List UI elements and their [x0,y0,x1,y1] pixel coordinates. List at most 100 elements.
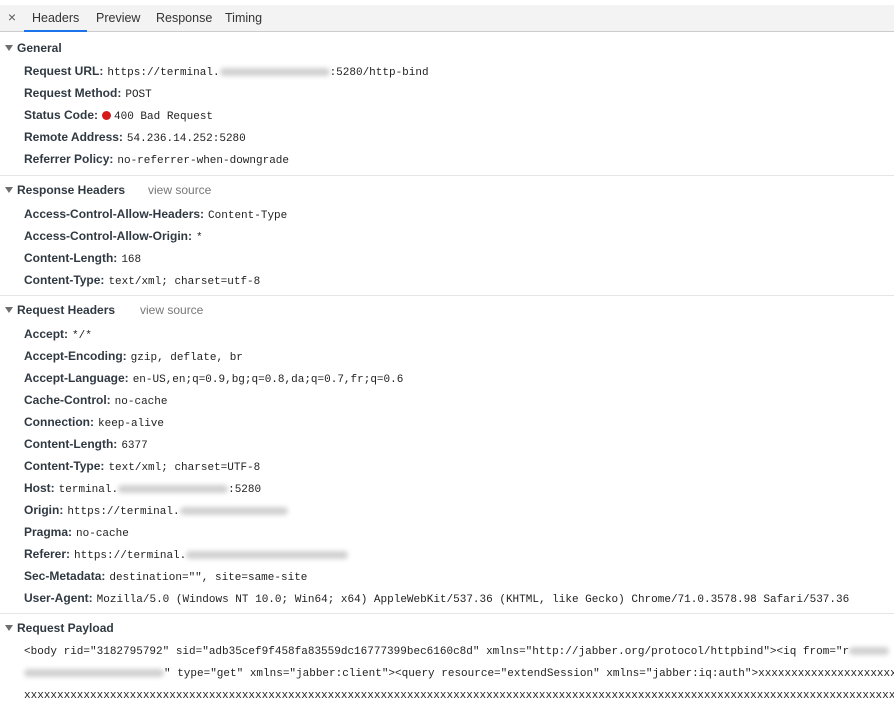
status-code-key: Status Code: [24,108,99,122]
header-value: destination="", site=same-site [109,572,308,584]
header-row: Host: terminal.:5280 [24,477,261,499]
header-row: Referer: https://terminal. [24,543,349,565]
section-divider [0,295,894,296]
header-key: Sec-Metadata: [24,569,106,583]
tab-timing[interactable]: Timing [217,5,270,31]
header-row: User-Agent: Mozilla/5.0 (Windows NT 10.0;… [24,587,849,609]
request-url-value: https://terminal. :5280/http-bind [107,67,428,79]
status-code-row: Status Code: 400 Bad Request [24,104,213,126]
header-row: Pragma: no-cache [24,521,129,543]
redacted-host-blur [118,485,229,494]
header-key: Host: [24,481,55,495]
header-row: Content-Length: 6377 [24,433,148,455]
request-headers-title: Request Headers [17,303,116,317]
header-key: Pragma: [24,525,73,539]
header-value: no-cache [76,528,129,540]
response-headers-header[interactable]: Response Headers [0,179,125,201]
header-value: https://terminal. [74,550,349,562]
header-key: Cache-Control: [24,393,111,407]
header-value: Mozilla/5.0 (Windows NT 10.0; Win64; x64… [96,594,850,606]
payload-line: " type="get" xmlns="jabber:client"><quer… [24,663,894,685]
host-prefix: terminal. [58,484,119,496]
header-key: Accept-Encoding: [24,349,127,363]
header-value: Content-Type [208,210,288,222]
header-row: Content-Type: text/xml; charset=utf-8 [24,269,260,291]
tab-response[interactable]: Response [148,5,220,31]
tab-preview[interactable]: Preview [88,5,148,31]
request-payload-section: Request Payload <body rid="3182795792" s… [0,617,894,705]
payload-text: <body rid="3182795792" sid="adb35cef9f45… [24,646,850,658]
header-key: Accept-Language: [24,371,129,385]
close-icon[interactable]: × [6,10,18,24]
header-key: Access-Control-Allow-Origin: [24,229,193,243]
request-url-row: Request URL: https://terminal. :5280/http-… [24,60,429,82]
header-value: keep-alive [98,418,165,430]
header-value: 168 [121,254,142,266]
header-key: Content-Length: [24,251,118,265]
redacted-host-blur [179,507,288,516]
response-headers-title: Response Headers [17,183,126,197]
header-value: text/xml; charset=utf-8 [108,276,261,288]
header-row: Sec-Metadata: destination="", site=same-s… [24,565,307,587]
redacted-payload-blur [849,647,890,656]
header-row: Cache-Control: no-cache [24,389,167,411]
header-key: Content-Type: [24,459,105,473]
request-payload-title: Request Payload [17,621,114,635]
section-divider [0,175,894,176]
header-row: Origin: https://terminal. [24,499,288,521]
header-value: https://terminal. [67,506,288,518]
referer-prefix: https://terminal. [74,550,187,562]
collapse-triangle-icon [5,187,13,194]
referrer-policy-key: Referrer Policy: [24,152,114,166]
header-key: Accept: [24,327,69,341]
request-url-suffix: :5280/http-bind [329,67,429,79]
header-row: Accept-Encoding: gzip, deflate, br [24,345,243,367]
header-key: Connection: [24,415,94,429]
header-value: no-cache [114,396,168,408]
collapse-triangle-icon [5,45,13,52]
header-row: Accept-Language: en-US,en;q=0.9,bg;q=0.8,… [24,367,403,389]
request-payload-header[interactable]: Request Payload [0,617,114,639]
remote-address-value: 54.236.14.252:5280 [126,133,246,145]
header-value: * [196,232,203,244]
header-key: Content-Type: [24,273,105,287]
header-value: en-US,en;q=0.9,bg;q=0.8,da;q=0.7,fr;q=0.… [132,374,404,386]
header-key: Content-Length: [24,437,118,451]
payload-line: <body rid="3182795792" sid="adb35cef9f45… [24,641,890,663]
header-key: Referer: [24,547,71,561]
referrer-policy-row: Referrer Policy: no-referrer-when-downgra… [24,148,289,170]
header-row: Access-Control-Allow-Headers: Content-Typ… [24,203,287,225]
general-section-header[interactable]: General [0,37,62,59]
redacted-host-blur [186,551,349,560]
general-title: General [17,41,62,55]
request-method-row: Request Method: POST [24,82,152,104]
header-row: Content-Length: 168 [24,247,141,269]
referrer-policy-value: no-referrer-when-downgrade [117,155,290,167]
header-key: Access-Control-Allow-Headers: [24,207,205,221]
payload-text: xxxxxxxxxxxxxxxxxxxxxxxxxxxxxxxxxxxxxxxx… [24,690,894,702]
header-key: User-Agent: [24,591,93,605]
request-method-value: POST [125,89,152,101]
header-value: gzip, deflate, br [130,352,243,364]
status-error-dot-icon [102,111,112,120]
collapse-triangle-icon [5,625,13,632]
header-value: 6377 [121,440,148,452]
tab-headers[interactable]: Headers [24,5,88,32]
redacted-host-blur [219,68,330,77]
response-view-source-link[interactable]: view source [148,179,211,201]
remote-address-key: Remote Address: [24,130,123,144]
request-view-source-link[interactable]: view source [140,299,203,321]
remote-address-row: Remote Address: 54.236.14.252:5280 [24,126,246,148]
request-method-key: Request Method: [24,86,122,100]
request-url-key: Request URL: [24,64,104,78]
details-tab-bar: × Headers Preview Response Timing [0,0,894,32]
request-url-prefix: https://terminal. [107,67,220,79]
origin-prefix: https://terminal. [67,506,180,518]
header-value: */* [72,330,92,342]
collapse-triangle-icon [5,307,13,314]
header-row: Connection: keep-alive [24,411,164,433]
section-divider [0,613,894,614]
header-value: text/xml; charset=UTF-8 [108,462,261,474]
request-headers-header[interactable]: Request Headers [0,299,115,321]
payload-line: xxxxxxxxxxxxxxxxxxxxxxxxxxxxxxxxxxxxxxxx… [24,685,894,705]
